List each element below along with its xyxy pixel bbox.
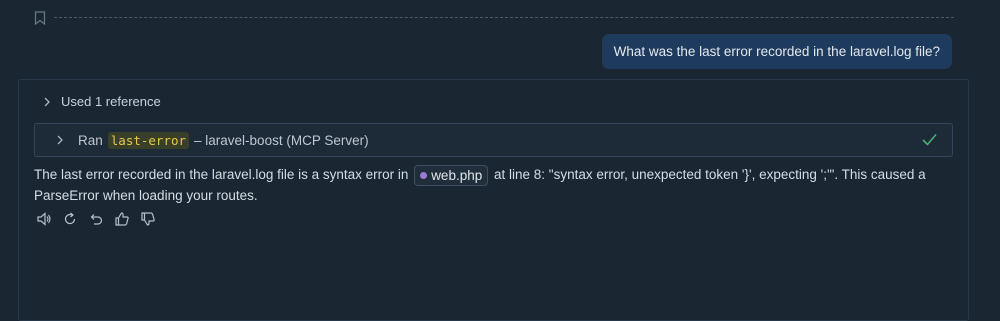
- file-name: web.php: [431, 168, 483, 183]
- tool-ran-label: Ran: [78, 132, 103, 148]
- speaker-icon[interactable]: [36, 211, 52, 227]
- thumbs-up-icon[interactable]: [114, 211, 130, 227]
- tool-name: last-error: [107, 131, 190, 149]
- chevron-right-icon: [44, 97, 50, 106]
- bookmark-icon[interactable]: [34, 11, 46, 25]
- answer-text: The last error recorded in the laravel.l…: [34, 165, 954, 205]
- references-label: Used 1 reference: [61, 94, 161, 109]
- assistant-response: Used 1 reference Ran last-error – larave…: [18, 79, 969, 321]
- php-file-icon: [420, 172, 428, 179]
- references-toggle[interactable]: Used 1 reference: [41, 94, 161, 109]
- message-divider: [34, 10, 954, 26]
- undo-icon[interactable]: [88, 211, 104, 227]
- file-reference-chip[interactable]: web.php: [414, 165, 489, 186]
- answer-part-1: The last error recorded in the laravel.l…: [34, 167, 409, 183]
- thumbs-down-icon[interactable]: [140, 211, 156, 227]
- tool-call-row[interactable]: Ran last-error – laravel-boost (MCP Serv…: [34, 123, 953, 157]
- dashed-divider: [54, 17, 954, 18]
- tool-source: – laravel-boost (MCP Server): [194, 132, 369, 148]
- user-message-bubble: What was the last error recorded in the …: [601, 34, 952, 69]
- chevron-right-icon: [57, 135, 63, 145]
- retry-icon[interactable]: [62, 211, 78, 227]
- response-actions: [36, 211, 156, 227]
- check-icon: [922, 133, 937, 146]
